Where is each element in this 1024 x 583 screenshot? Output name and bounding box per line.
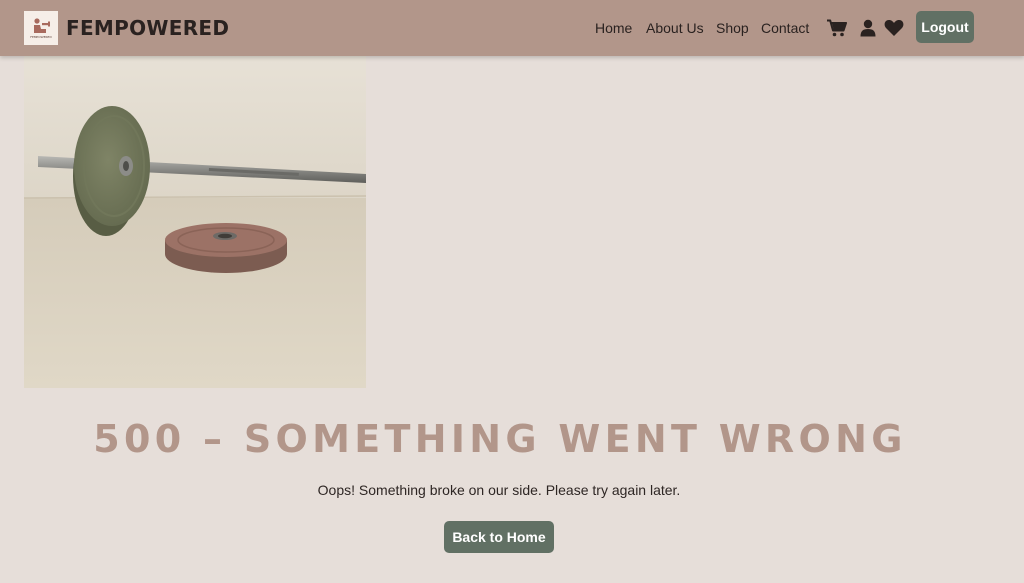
nav-contact-link[interactable]: Contact [761,19,809,37]
back-to-home-button[interactable]: Back to Home [444,521,554,553]
error-title: 500 – SOMETHING WENT WRONG [93,417,907,461]
barbell-image [24,56,366,388]
logo-text: FEMPOWERED [30,34,52,39]
logout-button[interactable]: Logout [916,11,974,43]
navbar: FEMPOWERED FEMPOWERED Home About Us Shop… [0,0,1024,56]
nav-about-link[interactable]: About Us [646,19,704,37]
heart-icon[interactable] [884,19,904,37]
cart-icon[interactable] [827,19,847,37]
nav-shop-link[interactable]: Shop [716,19,749,37]
brand-name[interactable]: FEMPOWERED [66,16,229,40]
logo-figure-icon [34,17,50,33]
user-icon[interactable] [859,19,877,37]
error-message: Oops! Something broke on our side. Pleas… [317,482,681,498]
nav-home-link[interactable]: Home [595,19,632,37]
brand-logo[interactable]: FEMPOWERED [24,11,58,45]
